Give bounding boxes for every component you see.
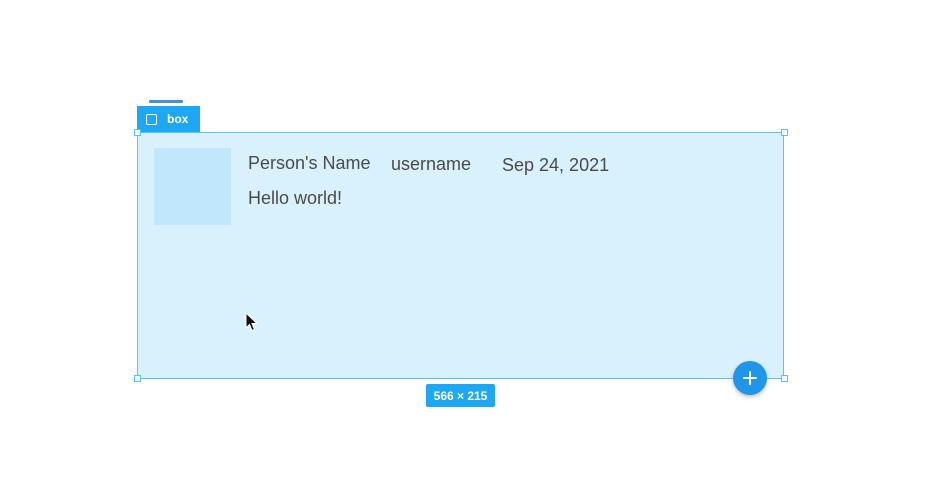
- plus-icon: [743, 371, 757, 385]
- design-canvas[interactable]: box Person's Name username Sep 24, 2021 …: [0, 0, 936, 502]
- resize-handle-top-right[interactable]: [781, 129, 788, 136]
- arrow-cursor-icon: [245, 312, 259, 332]
- frame-name-tag[interactable]: box: [137, 106, 200, 132]
- selected-frame[interactable]: Person's Name username Sep 24, 2021 Hell…: [137, 132, 784, 379]
- frame-tag-label: box: [167, 112, 189, 126]
- username-text[interactable]: username: [391, 154, 471, 175]
- frame-tag-indicator: [149, 100, 183, 103]
- avatar-placeholder[interactable]: [154, 148, 231, 225]
- date-text[interactable]: Sep 24, 2021: [502, 155, 609, 176]
- square-icon: [146, 113, 157, 125]
- resize-handle-bottom-left[interactable]: [134, 375, 141, 382]
- message-text[interactable]: Hello world!: [248, 188, 342, 209]
- frame-size-badge: 566 × 215: [426, 384, 495, 407]
- resize-handle-top-left[interactable]: [134, 129, 141, 136]
- person-name-text[interactable]: Person's Name: [248, 153, 370, 174]
- add-button[interactable]: [733, 361, 767, 395]
- resize-handle-bottom-right[interactable]: [781, 375, 788, 382]
